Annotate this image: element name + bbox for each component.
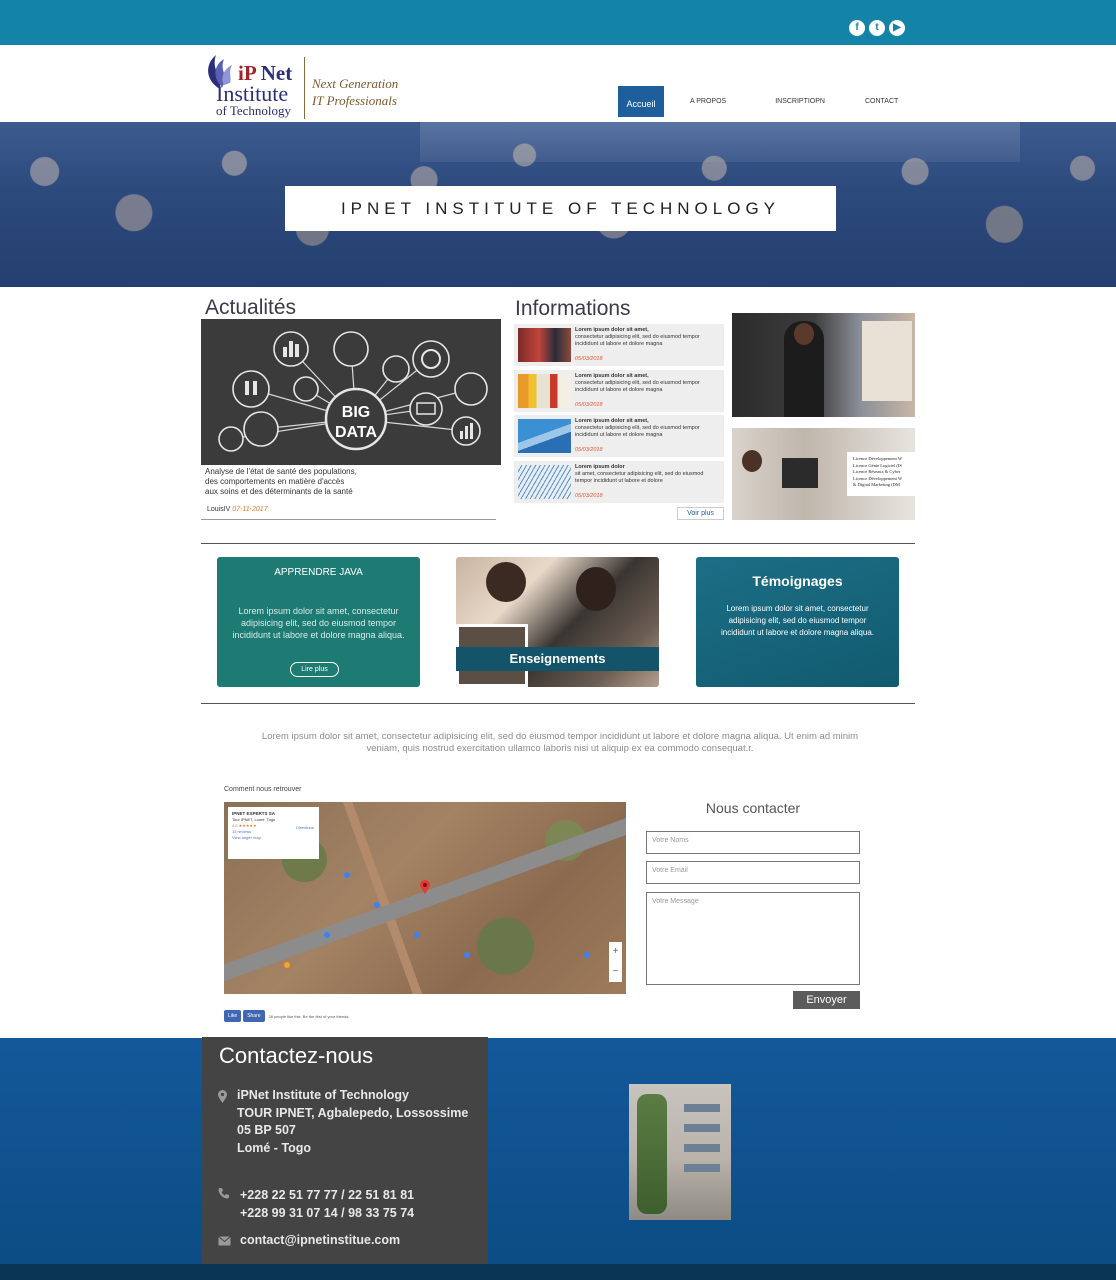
contact-form-heading: Nous contacter [705, 800, 801, 816]
map-poi-icon[interactable] [464, 952, 470, 958]
info-date: 05/03/2018 [575, 356, 603, 362]
info-item[interactable]: Lorem ipsum dolor sit amet, consectetur … [514, 324, 724, 366]
actualite-divider [201, 519, 496, 520]
youtube-icon[interactable]: ▶ [889, 20, 905, 36]
info-thumbnail [518, 328, 571, 362]
actualites-heading: Actualités [205, 296, 297, 319]
zoom-in-button[interactable]: + [609, 942, 622, 962]
info-item[interactable]: Lorem ipsum dolor sit amet, consectetur a… [514, 369, 724, 412]
nav-a-propos[interactable]: A PROPOS [684, 98, 732, 105]
contact-info-box: Contactez-nous iPNet Institute of Techno… [202, 1037, 488, 1264]
info-date: 05/03/2018 [575, 447, 603, 453]
info-item[interactable]: Lorem ipsum dolor sit amet, consectetur a… [514, 460, 724, 503]
big-data-image[interactable]: BIG DATA [201, 319, 501, 465]
voir-plus-button[interactable]: Voir plus [677, 507, 724, 520]
hero-title-box: IPNET INSTITUTE OF TECHNOLOGY [285, 186, 836, 231]
message-field[interactable]: Votre Message [646, 892, 860, 985]
header: iP Net Institute of Technology Next Gene… [0, 45, 1116, 122]
logo-tagline: Next Generation IT Professionals [312, 76, 399, 108]
info-item[interactable]: Lorem ipsum dolor sit amet, consectetur a… [514, 415, 724, 457]
footer-phones: +228 22 51 77 77 / 22 51 81 81 +228 99 3… [240, 1187, 414, 1222]
map-info-popup: IPNET EXPERTS SA Tour IPNET, Lomé, Togo … [228, 807, 319, 859]
map-title: Comment nous retrouver [224, 786, 302, 793]
conference-photo[interactable] [732, 313, 915, 417]
informations-heading: Informations [515, 297, 631, 320]
map-poi-icon[interactable] [324, 932, 330, 938]
building-tree [637, 1094, 667, 1214]
licence-card: Licence Développement W Licence Génie Lo… [847, 452, 915, 496]
info-date: 05/03/2018 [575, 401, 603, 408]
map-poi-icon[interactable] [374, 902, 380, 908]
phone-icon [218, 1188, 229, 1199]
card-text: Lorem ipsum dolor sit amet, consectetur … [721, 604, 874, 637]
main-nav: Accueil A PROPOS INSCRIPTIOPN CONTACT [618, 86, 904, 117]
lab-photo[interactable]: Licence Développement W Licence Génie Lo… [732, 428, 915, 520]
map-poi-icon[interactable] [344, 872, 350, 878]
card-label: Enseignements [456, 647, 659, 671]
informations-list: Lorem ipsum dolor sit amet, consectetur … [514, 324, 724, 506]
map-poi-icon[interactable] [284, 962, 290, 968]
name-field[interactable]: Votre Noms [646, 831, 860, 854]
nav-inscription[interactable]: INSCRIPTIOPN [769, 98, 831, 105]
card-text: Lorem ipsum dolor sit amet, consectetur … [232, 606, 405, 640]
footer-heading: Contactez-nous [219, 1043, 374, 1068]
info-thumbnail [518, 464, 571, 499]
card-title: APPRENDRE JAVA [274, 567, 363, 578]
nav-accueil[interactable]: Accueil [618, 86, 664, 117]
directions-link[interactable]: Directions [296, 825, 314, 831]
facebook-share-button[interactable]: Share [243, 1010, 265, 1022]
hero-title: IPNET INSTITUTE OF TECHNOLOGY [340, 198, 781, 218]
info-date: 05/03/2018 [575, 492, 603, 499]
footer [0, 1038, 1116, 1280]
section-divider [201, 543, 915, 544]
zoom-out-button[interactable]: − [609, 962, 622, 982]
site-logo[interactable]: iP Net Institute of Technology Next Gene… [202, 47, 412, 121]
email-field[interactable]: Votre Email [646, 861, 860, 884]
footer-address: iPNet Institute of Technology TOUR IPNET… [237, 1088, 469, 1155]
big-data-graphic: BIG DATA [218, 331, 488, 452]
apprendre-java-card[interactable]: APPRENDRE JAVA Lorem ipsum dolor sit ame… [217, 557, 420, 687]
building-photo[interactable] [629, 1084, 731, 1220]
mail-icon [218, 1236, 231, 1246]
actualite-author[interactable]: LouisIV [207, 506, 232, 513]
social-links: f t ▶ [849, 20, 905, 36]
svg-text:BIG: BIG [342, 404, 370, 421]
twitter-icon[interactable]: t [869, 20, 885, 36]
svg-text:DATA: DATA [335, 424, 378, 441]
actualite-meta: LouisIV 07-11-2017 [207, 506, 268, 513]
map-marker-icon[interactable] [420, 880, 430, 894]
lire-plus-button[interactable]: Lire plus [290, 662, 339, 677]
map-poi-icon[interactable] [584, 952, 590, 958]
card-title: Témoignages [752, 573, 843, 589]
logo-divider [304, 57, 305, 119]
map-poi-icon[interactable] [414, 932, 420, 938]
facebook-like-count: 26 people like this. Be the first of you… [268, 1013, 350, 1019]
map-zoom-control[interactable]: + − [609, 942, 622, 982]
actualite-description: Analyse de l'état de santé des populatio… [205, 467, 357, 496]
info-thumbnail [518, 373, 571, 408]
facebook-widget: Like Share 26 people like this. Be the f… [224, 1010, 349, 1022]
enseignements-card[interactable]: Enseignements [456, 557, 659, 687]
location-pin-icon [218, 1090, 227, 1103]
top-bar: f t ▶ [0, 0, 1116, 45]
phone-number[interactable]: +228 99 31 07 14 / 98 33 75 74 [240, 1205, 414, 1223]
phone-number[interactable]: +228 22 51 77 77 / 22 51 81 81 [240, 1187, 414, 1205]
footer-bottom-bar [0, 1264, 1116, 1280]
view-larger-map-link[interactable]: View larger map [232, 835, 315, 841]
facebook-icon[interactable]: f [849, 20, 865, 36]
facebook-like-button[interactable]: Like [224, 1010, 242, 1022]
logo-technology: of Technology [216, 103, 292, 118]
actualite-date: 07-11-2017 [232, 506, 268, 513]
info-thumbnail [518, 419, 571, 453]
hero-banner: IPNET INSTITUTE OF TECHNOLOGY [0, 122, 1116, 287]
nav-contact[interactable]: CONTACT [859, 98, 904, 105]
envoyer-button[interactable]: Envoyer [793, 991, 860, 1009]
section-divider [201, 703, 915, 704]
footer-email[interactable]: contact@ipnetinstitue.com [240, 1233, 400, 1247]
intro-text: Lorem ipsum dolor sit amet, consectetur … [261, 731, 859, 754]
google-map[interactable]: IPNET EXPERTS SA Tour IPNET, Lomé, Togo … [224, 802, 626, 994]
temoignages-card[interactable]: Témoignages Lorem ipsum dolor sit amet, … [696, 557, 899, 687]
